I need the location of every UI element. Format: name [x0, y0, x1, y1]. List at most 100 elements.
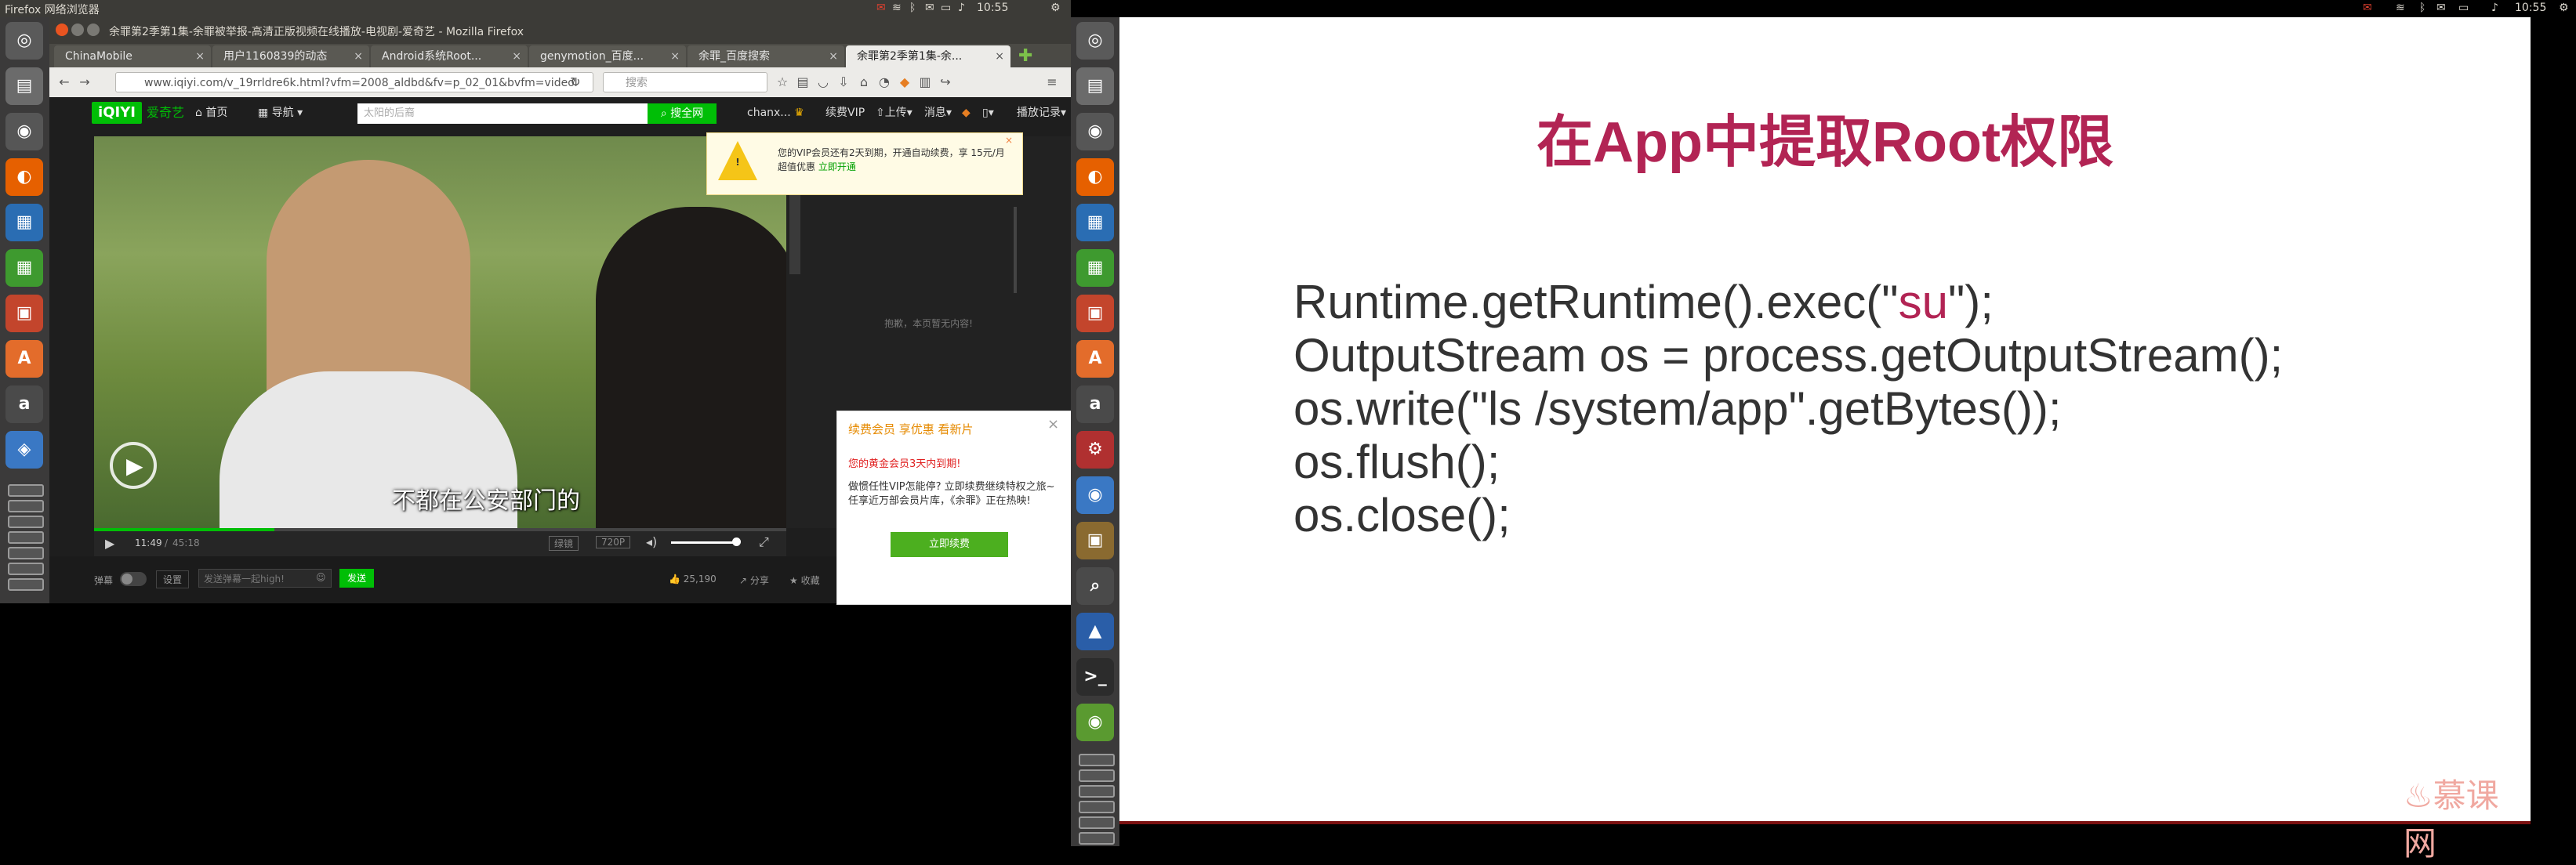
stacked-app-icon[interactable]: [8, 516, 44, 528]
star-icon[interactable]: ☆: [774, 74, 791, 91]
stacked-app-icon[interactable]: [8, 578, 44, 591]
chromium-icon[interactable]: ◉: [1076, 476, 1114, 514]
bluetooth-icon[interactable]: ᛒ: [909, 2, 916, 14]
reading-list-icon[interactable]: ▤: [794, 74, 811, 91]
stacked-app-icon[interactable]: [8, 547, 44, 559]
dash-icon[interactable]: ◎: [1076, 22, 1114, 60]
close-icon[interactable]: ×: [354, 45, 363, 67]
home-icon[interactable]: ⌂: [855, 74, 873, 91]
impress-icon[interactable]: ▣: [5, 295, 43, 332]
pocket-icon[interactable]: ◡: [815, 74, 832, 91]
firefox-icon[interactable]: ◐: [5, 158, 43, 196]
iqiyi-logo[interactable]: iQIYI: [92, 102, 142, 124]
battery-icon[interactable]: ▭: [941, 2, 951, 14]
software-center-icon[interactable]: A: [1076, 340, 1114, 378]
close-icon[interactable]: ×: [995, 45, 1004, 67]
stacked-app-icon[interactable]: [1079, 769, 1115, 782]
share-icon[interactable]: ↪: [937, 74, 954, 91]
calc-icon[interactable]: ▦: [5, 249, 43, 287]
amazon-icon[interactable]: a: [5, 385, 43, 423]
close-icon[interactable]: ×: [512, 45, 521, 67]
wifi-icon[interactable]: ≋: [892, 2, 902, 14]
volume-handle[interactable]: [732, 537, 741, 546]
stacked-app-icon[interactable]: [1079, 754, 1115, 766]
archive-icon[interactable]: ▣: [1076, 522, 1114, 559]
renew-button[interactable]: 立即续费: [891, 532, 1008, 557]
video-player[interactable]: ▶ 不都在公安部门的: [94, 136, 786, 528]
renew-vip-link[interactable]: 续费VIP: [825, 97, 865, 128]
trash-icon[interactable]: [1079, 832, 1115, 845]
dash-icon[interactable]: ◎: [5, 22, 43, 60]
close-icon[interactable]: ×: [829, 45, 838, 67]
tab-user-feed[interactable]: 用户1160839的动态 ×: [212, 45, 369, 67]
guide-menu[interactable]: ▦ 导航 ▾: [258, 97, 303, 128]
progress-bar[interactable]: [94, 528, 786, 531]
danmu-settings-button[interactable]: 设置: [156, 570, 190, 588]
stacked-app-icon[interactable]: [1079, 801, 1115, 813]
software-center-icon[interactable]: A: [5, 340, 43, 378]
extension-icon[interactable]: ◆: [896, 74, 913, 91]
minimize-window-button[interactable]: [71, 24, 84, 36]
sidebar-icon[interactable]: ▥: [916, 74, 934, 91]
clock[interactable]: 10:55: [977, 2, 1008, 14]
emoji-icon[interactable]: ☺: [316, 572, 326, 583]
close-icon[interactable]: ×: [1047, 416, 1059, 432]
calc-icon[interactable]: ▦: [1076, 249, 1114, 287]
new-tab-icon[interactable]: ✚: [1018, 47, 1037, 66]
like-button[interactable]: 👍 25,190: [669, 574, 717, 585]
search-tool-icon[interactable]: ⌕: [1076, 567, 1114, 605]
writer-icon[interactable]: ▦: [1076, 204, 1114, 241]
tab-chinamobile[interactable]: ChinaMobile ×: [54, 45, 211, 67]
url-bar[interactable]: www.iqiyi.com/v_19rrldre6k.html?vfm=2008…: [115, 72, 593, 92]
stacked-app-icon[interactable]: [8, 500, 44, 512]
collect-button[interactable]: ★ 收藏: [789, 574, 820, 587]
logo-text[interactable]: 爱奇艺: [147, 97, 184, 128]
app-icon[interactable]: ◆: [962, 97, 971, 128]
workspace-icon[interactable]: ◈: [5, 431, 43, 469]
iqiyi-search-button[interactable]: ⌕ 搜全网: [648, 103, 717, 124]
close-icon[interactable]: ×: [1005, 135, 1013, 146]
user-menu[interactable]: chanx... ♛: [747, 97, 804, 128]
danmu-send-button[interactable]: 发送: [339, 569, 374, 588]
download-icon[interactable]: ⇩: [835, 74, 852, 91]
forward-icon[interactable]: →: [76, 74, 93, 91]
stacked-app-icon[interactable]: [1079, 816, 1115, 829]
tab-iqiyi-video[interactable]: 余罪第2季第1集-余... ×: [846, 45, 1010, 67]
indicator-icon[interactable]: ✉: [2363, 2, 2372, 14]
play-overlay-button[interactable]: ▶: [110, 442, 157, 489]
stacked-app-icon[interactable]: [8, 563, 44, 575]
scrollbar[interactable]: [1014, 207, 1017, 293]
stacked-app-icon[interactable]: [8, 531, 44, 544]
amazon-icon[interactable]: a: [1076, 385, 1114, 423]
mail-icon[interactable]: ✉: [925, 2, 934, 14]
stacked-app-icon[interactable]: [1079, 785, 1115, 798]
writer-icon[interactable]: ▦: [5, 204, 43, 241]
tab-android-root[interactable]: Android系统Root... ×: [371, 45, 528, 67]
trash-icon[interactable]: [8, 484, 44, 497]
maximize-window-button[interactable]: [87, 24, 100, 36]
terminal-icon[interactable]: >_: [1076, 658, 1114, 696]
search-field[interactable]: 搜索: [603, 72, 767, 92]
chat-icon[interactable]: ◔: [876, 74, 893, 91]
menu-icon[interactable]: ≡: [1043, 74, 1061, 91]
play-icon[interactable]: ▶: [105, 536, 114, 551]
filter-button[interactable]: 绿镜: [549, 536, 579, 551]
close-icon[interactable]: ×: [670, 45, 680, 67]
history-menu[interactable]: 播放记录▾: [1017, 97, 1066, 128]
vip-open-link[interactable]: 立即开通: [818, 161, 856, 172]
clock[interactable]: 10:55: [2515, 2, 2546, 14]
impress-icon[interactable]: ▣: [1076, 295, 1114, 332]
gear-icon[interactable]: ⚙: [2559, 2, 2569, 14]
bluetooth-icon[interactable]: ᛒ: [2419, 2, 2425, 14]
danmu-toggle[interactable]: [120, 572, 147, 586]
gear-icon[interactable]: ⚙: [1050, 2, 1061, 14]
volume-icon[interactable]: ♪: [958, 2, 965, 14]
fullscreen-icon[interactable]: ⤢: [759, 534, 769, 550]
volume-slider[interactable]: [671, 541, 734, 544]
ide-icon[interactable]: ▲: [1076, 613, 1114, 650]
files-icon[interactable]: ▤: [5, 67, 43, 105]
upload-menu[interactable]: ⇧上传▾: [876, 97, 912, 128]
tab-genymotion[interactable]: genymotion_百度... ×: [529, 45, 686, 67]
share-button[interactable]: ↗ 分享: [739, 574, 769, 587]
volume-icon[interactable]: ♪: [2491, 2, 2498, 14]
